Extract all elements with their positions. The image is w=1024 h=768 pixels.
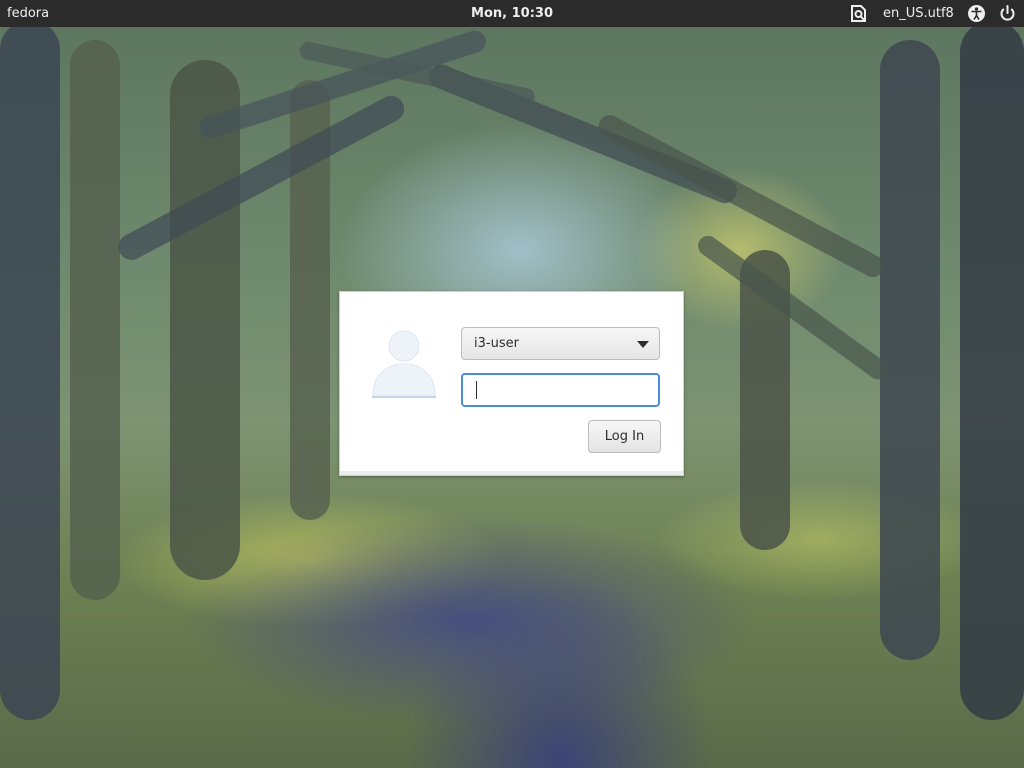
log-in-button[interactable]: Log In <box>588 420 661 453</box>
login-dialog: i3-user Log In <box>339 291 684 476</box>
text-cursor <box>476 381 477 399</box>
tree-trunk <box>170 60 240 580</box>
clock-container: Mon, 10:30 <box>0 6 1024 21</box>
user-avatar-icon <box>372 330 436 398</box>
clock-button[interactable]: Mon, 10:30 <box>471 6 553 21</box>
keyboard-layout-indicator[interactable]: en_US.utf8 <box>883 6 954 21</box>
accessibility-icon[interactable] <box>967 4 986 23</box>
orca-screen-reader-icon[interactable] <box>849 4 868 23</box>
tree-trunk <box>0 20 60 720</box>
tree-branch <box>594 111 888 281</box>
dialog-bottom-border <box>340 471 683 475</box>
password-input[interactable] <box>461 373 660 407</box>
top-bar: fedora Mon, 10:30 en_US.utf8 <box>0 0 1024 27</box>
selected-user-label: i3-user <box>474 336 519 351</box>
tree-trunk <box>70 40 120 600</box>
tree-trunk <box>960 20 1024 720</box>
power-icon[interactable] <box>998 4 1017 23</box>
tree-trunk <box>880 40 940 660</box>
hostname-label: fedora <box>7 6 50 21</box>
dropdown-arrow-icon <box>637 341 649 348</box>
user-select-dropdown[interactable]: i3-user <box>461 327 660 360</box>
